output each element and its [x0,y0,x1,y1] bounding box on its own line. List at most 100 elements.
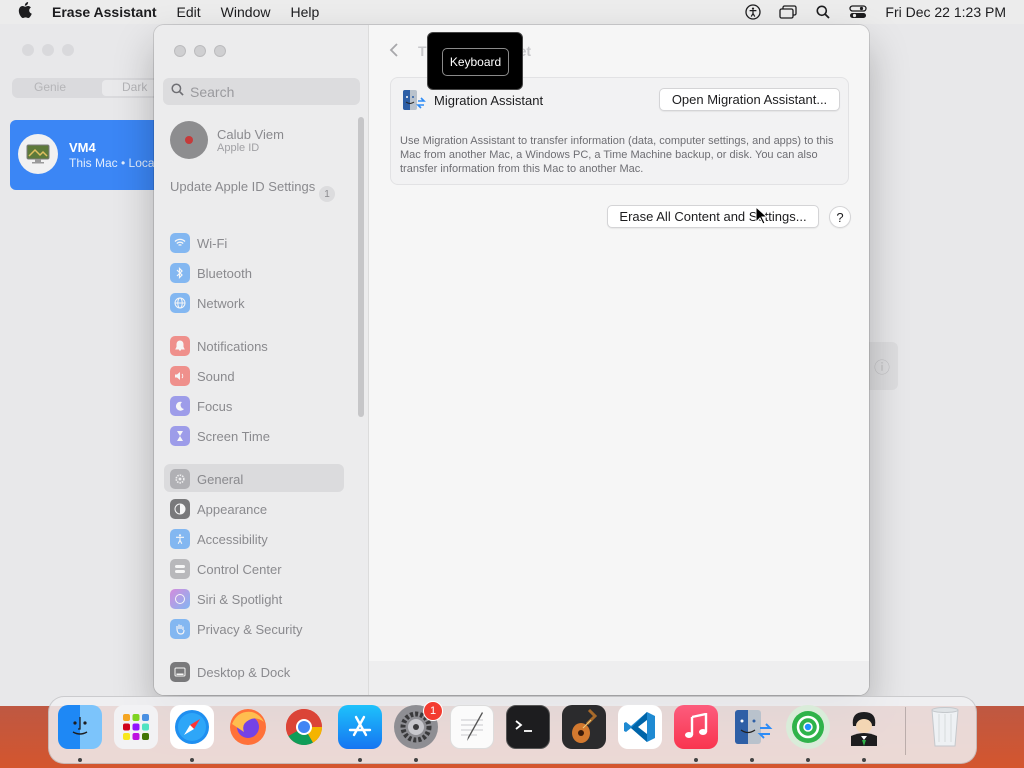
sidebar-item-wifi[interactable]: Wi-Fi [170,232,227,254]
launchpad-icon[interactable] [114,705,158,749]
screen-mirroring-icon[interactable] [777,4,799,20]
back-chevron-icon[interactable] [389,42,405,58]
close-icon[interactable] [174,45,186,57]
bartender-icon[interactable] [842,705,886,749]
apple-id-profile[interactable]: Calub Viem Apple ID [170,120,350,160]
vm-monitor-icon [18,134,58,174]
sidebar-item-sound[interactable]: Sound [170,365,235,387]
update-badge: 1 [319,186,335,202]
notification-badge: 1 [423,701,443,721]
apple-icon[interactable] [12,1,38,23]
vscode-icon[interactable] [618,705,662,749]
sidebar-item-notifications[interactable]: Notifications [170,335,268,357]
erase-all-content-button[interactable]: Erase All Content and Settings... [607,205,819,228]
bluetooth-icon [170,263,190,283]
search-field[interactable] [163,78,360,105]
sidebar-item-screen-time[interactable]: Screen Time [170,425,270,447]
finder-icon[interactable] [58,705,102,749]
update-apple-id-settings[interactable]: Update Apple ID Settings [170,179,338,195]
accessibility-icon[interactable] [742,4,764,20]
gear-icon [170,469,190,489]
running-indicator [750,758,754,762]
safari-icon[interactable] [170,705,214,749]
running-indicator [358,758,362,762]
window-controls [174,45,226,57]
find-my-icon[interactable] [786,705,830,749]
profile-name: Calub Viem [217,126,284,142]
sidebar-item-label: Siri & Spotlight [197,591,283,607]
running-indicator [862,758,866,762]
sidebar-item-general[interactable]: General [170,468,243,490]
menu-edit[interactable]: Edit [177,4,201,20]
settings-sidebar: Calub Viem Apple ID Update Apple ID Sett… [154,25,369,695]
sidebar-item-label: Bluetooth [197,265,252,281]
avatar [170,121,208,159]
content-footer [369,661,869,695]
menu-window[interactable]: Window [221,4,271,20]
sidebar-item-network[interactable]: Network [170,292,245,314]
mouse-pointer-icon [755,205,769,226]
segment-genie[interactable]: Genie [34,80,66,96]
migration-assistant-description: Use Migration Assistant to transfer info… [400,135,834,175]
migration-assistant-dock-icon[interactable] [730,705,774,749]
garageband-icon[interactable] [562,705,606,749]
zoom-icon[interactable] [62,44,74,56]
terminal-icon[interactable] [506,705,550,749]
sidebar-item-focus[interactable]: Focus [170,395,232,417]
running-indicator [414,758,418,762]
sidebar-item-label: Appearance [197,501,268,517]
sidebar-item-label: Focus [197,398,233,414]
app-store-icon[interactable] [338,705,382,749]
help-button[interactable]: ? [829,206,851,228]
migration-assistant-icon [400,88,426,114]
open-migration-assistant-button[interactable]: Open Migration Assistant... [659,88,840,111]
menu-clock[interactable]: Fri Dec 22 1:23 PM [885,4,1006,20]
sidebar-item-appearance[interactable]: Appearance [170,498,267,520]
segment-dark[interactable]: Dark [102,80,160,96]
firefox-icon[interactable] [226,705,270,749]
info-icon[interactable]: ⓘ [866,342,898,390]
migration-assistant-card: Migration Assistant Open Migration Assis… [390,77,849,185]
menu-help[interactable]: Help [290,4,319,20]
profile-sub: Apple ID [217,141,260,154]
trash-icon[interactable] [923,705,967,749]
sidebar-item-label: Screen Time [197,428,270,444]
textedit-icon[interactable] [450,705,494,749]
minimize-icon[interactable] [42,44,54,56]
vm-title: VM4 [69,140,96,155]
running-indicator [694,758,698,762]
search-icon [171,82,184,101]
minimize-icon[interactable] [194,45,206,57]
vm-subtitle: This Mac • Local [69,156,158,170]
globe-icon [170,293,190,313]
search-input[interactable] [190,83,350,100]
sidebar-item-label: Network [197,295,245,311]
moon-icon [170,396,190,416]
zoom-icon[interactable] [214,45,226,57]
chrome-icon[interactable] [282,705,326,749]
dock-separator [905,707,906,755]
spotlight-search-icon[interactable] [812,4,834,20]
sidebar-item-privacy-security[interactable]: Privacy & Security [170,618,302,640]
control-center-icon[interactable] [847,4,869,20]
sidebar-item-accessibility[interactable]: Accessibility [170,528,268,550]
running-indicator [806,758,810,762]
sidebar-item-bluetooth[interactable]: Bluetooth [170,262,252,284]
music-icon[interactable] [674,705,718,749]
sidebar-item-label: Notifications [197,338,268,354]
dock-icon [170,662,190,682]
sidebar-scrollbar[interactable] [358,117,364,417]
sidebar-item-siri-spotlight[interactable]: Siri & Spotlight [170,588,282,610]
sidebar-item-label: Desktop & Dock [197,664,291,680]
sidebar-item-desktop-dock[interactable]: Desktop & Dock [170,661,290,683]
background-segmented-control[interactable]: Genie Dark [12,78,162,98]
close-icon[interactable] [22,44,34,56]
menu-app-name[interactable]: Erase Assistant [52,4,157,20]
dock: 1 [48,696,977,764]
background-window-controls [22,44,74,56]
accessibility-icon [170,529,190,549]
sidebar-item-control-center[interactable]: Control Center [170,558,282,580]
menu-bar: Erase Assistant Edit Window Help Fri Dec… [0,0,1024,24]
vm-list-item-selected[interactable]: VM4 This Mac • Local [10,120,160,190]
sidebar-item-label: Accessibility [197,531,268,547]
